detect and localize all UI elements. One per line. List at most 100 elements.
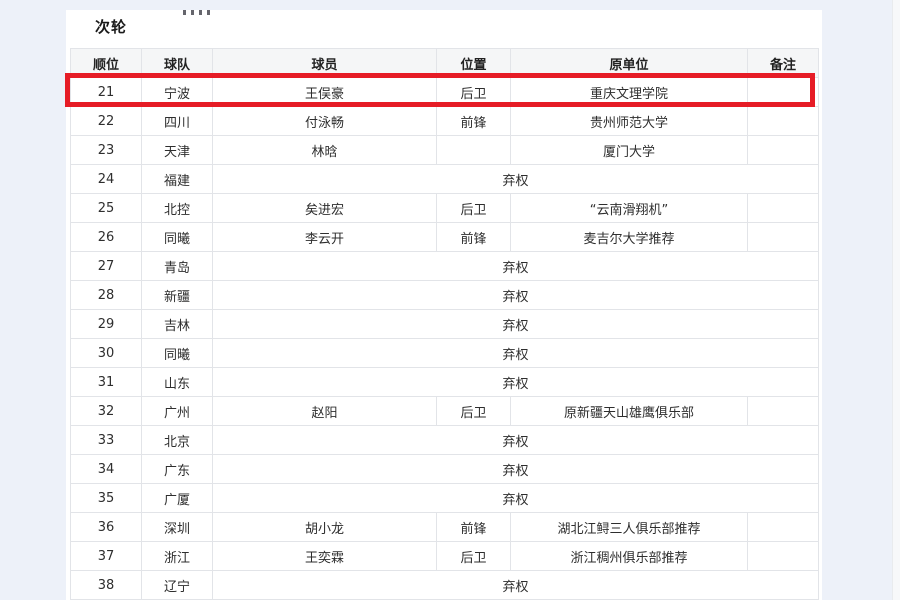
note-cell	[748, 397, 819, 426]
player-cell: 李云开	[213, 223, 437, 252]
team-cell: 四川	[142, 107, 213, 136]
pick-cell: 22	[71, 107, 142, 136]
table-row: 23天津林晗 厦门大学	[71, 136, 819, 165]
table-row: 31山东弃权	[71, 368, 819, 397]
note-cell	[748, 513, 819, 542]
origin-cell: 浙江稠州俱乐部推荐	[511, 542, 748, 571]
pick-cell: 31	[71, 368, 142, 397]
team-cell: 广东	[142, 455, 213, 484]
pick-cell: 27	[71, 252, 142, 281]
table-row: 33北京弃权	[71, 426, 819, 455]
table-row-highlighted: 21宁波王俣豪后卫重庆文理学院	[71, 78, 819, 107]
pick-cell: 24	[71, 165, 142, 194]
table-row: 32广州赵阳后卫原新疆天山雄鹰俱乐部	[71, 397, 819, 426]
team-cell: 广厦	[142, 484, 213, 513]
note-cell	[748, 223, 819, 252]
forfeit-cell: 弃权	[213, 368, 819, 397]
position-cell: 前锋	[437, 513, 511, 542]
pick-cell: 36	[71, 513, 142, 542]
origin-cell: 贵州师范大学	[511, 107, 748, 136]
forfeit-cell: 弃权	[213, 310, 819, 339]
team-cell: 北控	[142, 194, 213, 223]
column-header-4: 原单位	[511, 49, 748, 78]
table-row: 26同曦李云开前锋麦吉尔大学推荐	[71, 223, 819, 252]
pick-cell: 21	[71, 78, 142, 107]
pick-cell: 23	[71, 136, 142, 165]
pick-cell: 37	[71, 542, 142, 571]
pick-cell: 25	[71, 194, 142, 223]
team-cell: 新疆	[142, 281, 213, 310]
team-cell: 宁波	[142, 78, 213, 107]
column-header-1: 球队	[142, 49, 213, 78]
table-row: 35广厦弃权	[71, 484, 819, 513]
player-cell: 矣进宏	[213, 194, 437, 223]
team-cell: 同曦	[142, 223, 213, 252]
team-cell: 浙江	[142, 542, 213, 571]
column-header-3: 位置	[437, 49, 511, 78]
position-cell: 前锋	[437, 223, 511, 252]
team-cell: 福建	[142, 165, 213, 194]
team-cell: 青岛	[142, 252, 213, 281]
cutoff-text-remnant	[183, 10, 210, 15]
column-header-5: 备注	[748, 49, 819, 78]
pick-cell: 33	[71, 426, 142, 455]
table-row: 34广东弃权	[71, 455, 819, 484]
table-row: 27青岛弃权	[71, 252, 819, 281]
team-cell: 辽宁	[142, 571, 213, 600]
page-canvas: 次轮 顺位球队球员位置原单位备注 21宁波王俣豪后卫重庆文理学院22四川付泳畅前…	[0, 0, 900, 600]
pick-cell: 35	[71, 484, 142, 513]
player-cell: 胡小龙	[213, 513, 437, 542]
player-cell: 王奕霖	[213, 542, 437, 571]
forfeit-cell: 弃权	[213, 426, 819, 455]
origin-cell: 湖北江鲟三人俱乐部推荐	[511, 513, 748, 542]
table-header: 顺位球队球员位置原单位备注	[71, 49, 819, 78]
pick-cell: 38	[71, 571, 142, 600]
header-row: 顺位球队球员位置原单位备注	[71, 49, 819, 78]
position-cell: 后卫	[437, 78, 511, 107]
team-cell: 北京	[142, 426, 213, 455]
position-cell	[437, 136, 511, 165]
team-cell: 广州	[142, 397, 213, 426]
origin-cell: 重庆文理学院	[511, 78, 748, 107]
pick-cell: 28	[71, 281, 142, 310]
team-cell: 同曦	[142, 339, 213, 368]
team-cell: 天津	[142, 136, 213, 165]
team-cell: 吉林	[142, 310, 213, 339]
player-cell: 林晗	[213, 136, 437, 165]
note-cell	[748, 542, 819, 571]
section-title: 次轮	[95, 16, 127, 37]
table-row: 22四川付泳畅前锋贵州师范大学	[71, 107, 819, 136]
origin-cell: 麦吉尔大学推荐	[511, 223, 748, 252]
player-cell: 赵阳	[213, 397, 437, 426]
column-header-2: 球员	[213, 49, 437, 78]
note-cell	[748, 107, 819, 136]
forfeit-cell: 弃权	[213, 339, 819, 368]
vertical-scrollbar[interactable]	[892, 0, 900, 600]
content-area: 次轮 顺位球队球员位置原单位备注 21宁波王俣豪后卫重庆文理学院22四川付泳畅前…	[66, 10, 822, 600]
position-cell: 后卫	[437, 542, 511, 571]
draft-results-table: 顺位球队球员位置原单位备注 21宁波王俣豪后卫重庆文理学院22四川付泳畅前锋贵州…	[70, 48, 819, 600]
forfeit-cell: 弃权	[213, 571, 819, 600]
origin-cell: 原新疆天山雄鹰俱乐部	[511, 397, 748, 426]
forfeit-cell: 弃权	[213, 165, 819, 194]
position-cell: 后卫	[437, 397, 511, 426]
position-cell: 后卫	[437, 194, 511, 223]
player-cell: 王俣豪	[213, 78, 437, 107]
table-row: 25北控矣进宏后卫“云南滑翔机”	[71, 194, 819, 223]
pick-cell: 29	[71, 310, 142, 339]
note-cell	[748, 136, 819, 165]
table-row: 28新疆弃权	[71, 281, 819, 310]
pick-cell: 26	[71, 223, 142, 252]
forfeit-cell: 弃权	[213, 484, 819, 513]
table-row: 37浙江王奕霖后卫浙江稠州俱乐部推荐	[71, 542, 819, 571]
table-body: 21宁波王俣豪后卫重庆文理学院22四川付泳畅前锋贵州师范大学23天津林晗厦门大学…	[71, 78, 819, 600]
team-cell: 深圳	[142, 513, 213, 542]
forfeit-cell: 弃权	[213, 252, 819, 281]
forfeit-cell: 弃权	[213, 455, 819, 484]
pick-cell: 34	[71, 455, 142, 484]
origin-cell: 厦门大学	[511, 136, 748, 165]
note-cell	[748, 78, 819, 107]
table-row: 24福建弃权	[71, 165, 819, 194]
column-header-0: 顺位	[71, 49, 142, 78]
table-row: 36深圳胡小龙前锋湖北江鲟三人俱乐部推荐	[71, 513, 819, 542]
